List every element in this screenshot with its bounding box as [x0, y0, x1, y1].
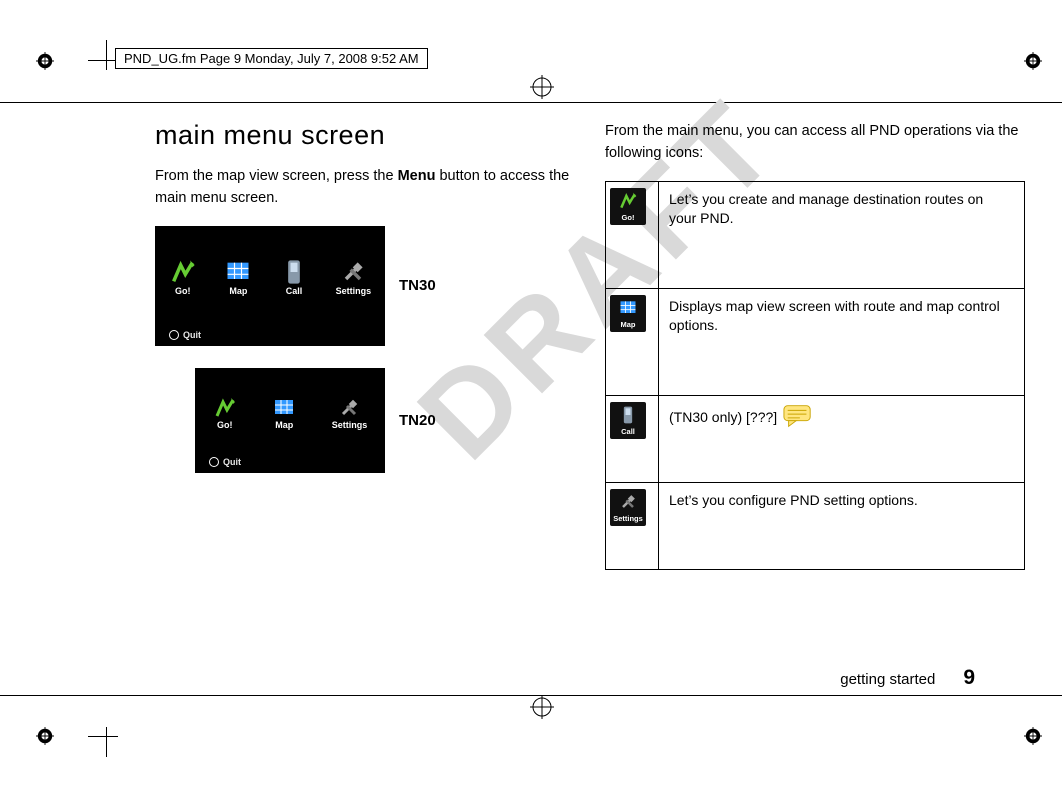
row-desc: Let’s you configure PND setting options. — [669, 492, 918, 508]
reg-mark-icon — [1024, 52, 1042, 70]
icon-table: Go! Let’s you create and manage destinat… — [605, 181, 1025, 570]
settings-icon: Settings — [336, 258, 372, 296]
desc-cell: (TN30 only) [???] — [659, 395, 1025, 482]
settings-icon: Settings — [332, 396, 368, 430]
map-icon: Map — [272, 396, 296, 430]
table-row: Map Displays map view screen with route … — [606, 288, 1025, 395]
reg-mark-icon — [36, 52, 54, 70]
go-label: Go! — [175, 286, 191, 296]
call-icon: Call — [280, 258, 308, 296]
right-column: From the main menu, you can access all P… — [605, 120, 1025, 570]
reg-mark-icon — [36, 727, 54, 745]
map-icon: Map — [610, 295, 646, 332]
screenshot-label-tn30: TN30 — [399, 277, 436, 294]
screenshot-tn20: Go! Map Settings Quit — [195, 368, 385, 473]
row-desc: Displays map view screen with route and … — [669, 298, 1000, 333]
desc-cell: Let’s you configure PND setting options. — [659, 482, 1025, 569]
icon-cell: Go! — [606, 181, 659, 288]
settings-label: Settings — [336, 286, 372, 296]
intro-bold: Menu — [398, 168, 436, 184]
crop-line — [0, 102, 1062, 103]
quit-label: Quit — [169, 330, 201, 340]
intro-pre: From the map view screen, press the — [155, 168, 398, 184]
intro-paragraph: From the map view screen, press the Menu… — [155, 165, 575, 210]
crop-mark — [88, 736, 118, 737]
table-row: Call (TN30 only) [???] — [606, 395, 1025, 482]
left-column: main menu screen From the map view scree… — [155, 120, 575, 570]
go-icon: Go! — [610, 188, 646, 225]
row-desc: Let’s you create and manage destination … — [669, 191, 983, 226]
screenshot-tn30: Go! Map Call Settings Quit — [155, 226, 385, 346]
crop-mark — [88, 60, 118, 61]
call-label: Call — [286, 286, 303, 296]
section-name: getting started — [840, 671, 935, 688]
desc-cell: Let’s you create and manage destination … — [659, 181, 1025, 288]
quit-label: Quit — [209, 457, 241, 467]
reg-mark-icon — [1024, 727, 1042, 745]
settings-label: Settings — [332, 420, 368, 430]
table-row: Go! Let’s you create and manage destinat… — [606, 181, 1025, 288]
desc-cell: Displays map view screen with route and … — [659, 288, 1025, 395]
go-icon: Go! — [213, 396, 237, 430]
fold-mark-icon — [530, 695, 554, 722]
comment-bubble-icon — [783, 404, 813, 433]
icon-cell: Settings — [606, 482, 659, 569]
icon-caption: Settings — [613, 514, 643, 524]
right-intro: From the main menu, you can access all P… — [605, 120, 1025, 165]
map-label: Map — [229, 286, 247, 296]
map-label: Map — [275, 420, 293, 430]
map-icon: Map — [224, 258, 252, 296]
row-desc: (TN30 only) [???] — [669, 409, 777, 425]
screenshot-label-tn20: TN20 — [399, 412, 436, 429]
page-number: 9 — [963, 666, 975, 690]
fold-mark-icon — [530, 75, 554, 102]
icon-cell: Map — [606, 288, 659, 395]
page-title: main menu screen — [155, 120, 575, 151]
page-footer: getting started 9 — [840, 666, 975, 690]
crop-mark — [106, 727, 107, 757]
icon-cell: Call — [606, 395, 659, 482]
settings-icon: Settings — [610, 489, 646, 526]
call-icon: Call — [610, 402, 646, 439]
icon-caption: Call — [621, 427, 635, 437]
page-header-meta: PND_UG.fm Page 9 Monday, July 7, 2008 9:… — [115, 48, 428, 69]
table-row: Settings Let’s you configure PND setting… — [606, 482, 1025, 569]
go-label: Go! — [217, 420, 233, 430]
go-icon: Go! — [169, 258, 197, 296]
icon-caption: Map — [621, 320, 636, 330]
crop-mark — [106, 40, 107, 70]
icon-caption: Go! — [622, 213, 635, 223]
